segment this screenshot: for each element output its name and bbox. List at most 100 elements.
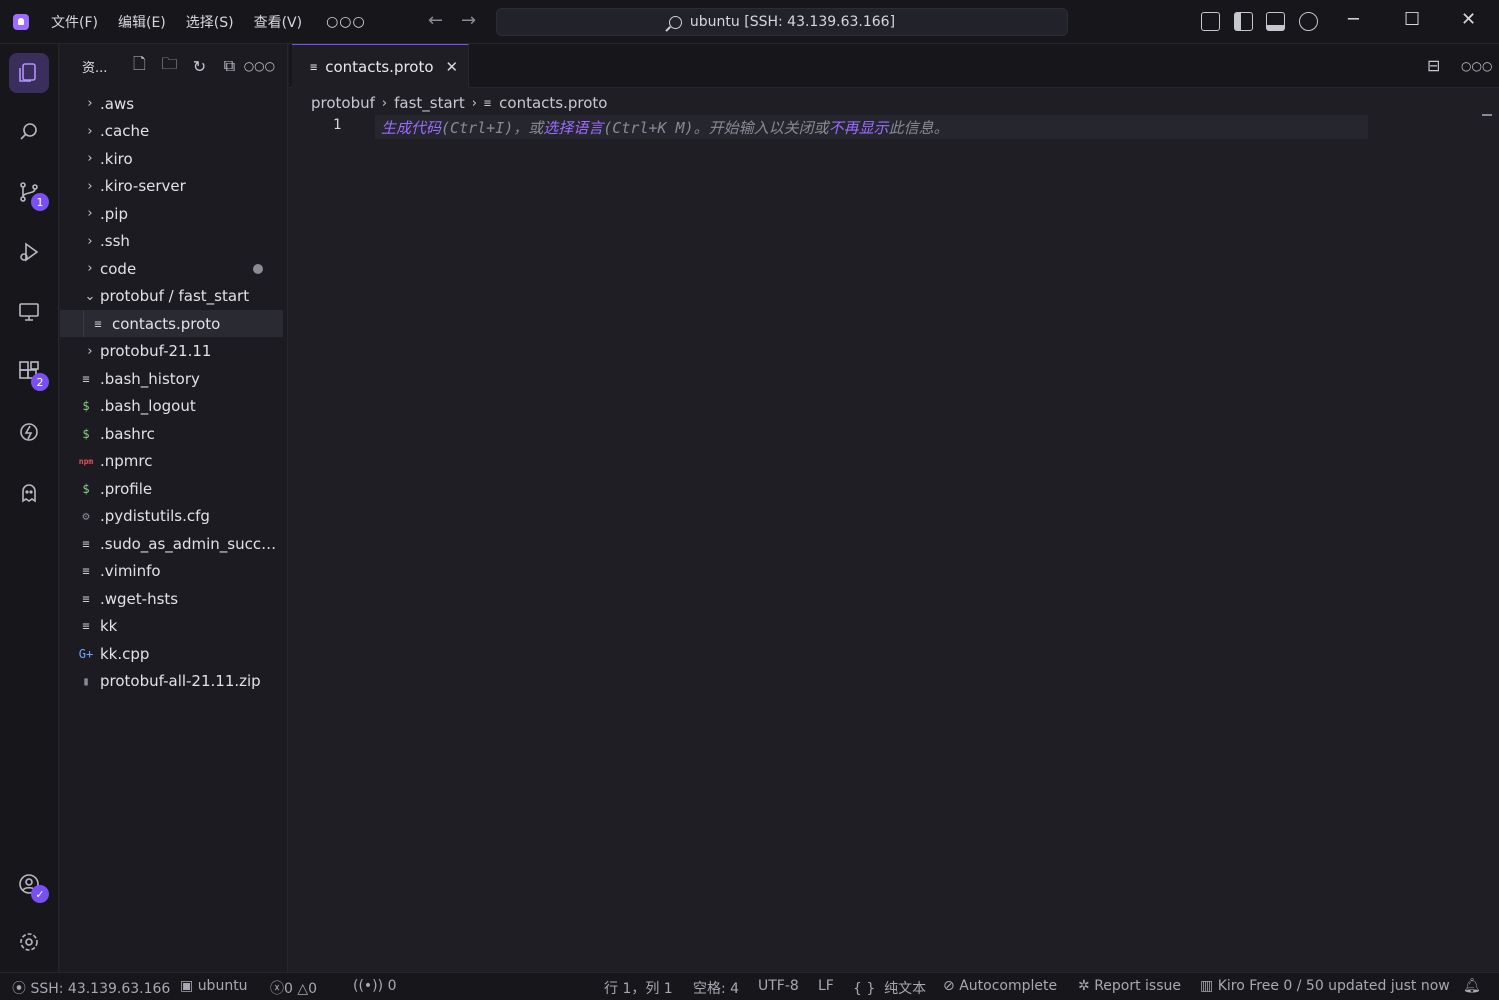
tree-folder[interactable]: › protobuf-21.11 <box>60 338 283 365</box>
tree-item-label: .kiro-server <box>100 177 186 195</box>
language-mode[interactable]: { } 纯文本 <box>853 978 926 998</box>
breadcrumb-item[interactable]: fast_start <box>394 94 465 112</box>
tree-file[interactable]: ≡ .viminfo <box>60 558 283 585</box>
back-arrow-icon[interactable]: ← <box>428 10 443 31</box>
tree-file[interactable]: ≡ .sudo_as_admin_succes... <box>60 530 283 557</box>
ports-count: 0 <box>387 978 397 994</box>
tree-folder[interactable]: › code <box>60 255 283 282</box>
tree-file[interactable]: ▮ protobuf-all-21.11.zip <box>60 668 283 695</box>
lines-icon: ≡ <box>82 536 90 551</box>
maximize-icon[interactable]: ☐ <box>1404 9 1420 30</box>
toggle-primary-sidebar-icon[interactable] <box>1234 12 1253 31</box>
account-icon[interactable]: ✓ <box>9 864 49 904</box>
toggle-panel-icon[interactable] <box>1266 12 1285 31</box>
tree-item-label: contacts.proto <box>112 314 221 333</box>
cpp-icon: G+ <box>78 646 94 661</box>
tree-item-label: .bashrc <box>100 424 155 443</box>
tree-folder[interactable]: › .kiro-server <box>60 173 283 200</box>
tree-file[interactable]: ≡ contacts.proto <box>60 310 283 337</box>
tree-file[interactable]: $ .profile <box>60 475 283 502</box>
generate-code-link[interactable]: 生成代码 <box>381 119 441 137</box>
breadcrumb-item[interactable]: contacts.proto <box>499 94 607 112</box>
refresh-icon[interactable]: ↻ <box>189 56 209 76</box>
tree-folder[interactable]: › .pip <box>60 200 283 227</box>
encoding[interactable]: UTF-8 <box>758 978 799 994</box>
search-view-icon[interactable] <box>9 112 49 152</box>
tree-item-label: kk <box>100 617 118 635</box>
minimize-icon[interactable]: ─ <box>1348 9 1359 30</box>
tree-file[interactable]: ⚙ .pydistutils.cfg <box>60 503 283 530</box>
settings-gear-icon[interactable] <box>9 922 49 962</box>
chevron-down-icon: ⌄ <box>84 288 96 304</box>
menu-more-icon[interactable]: ○○○ <box>326 14 366 30</box>
plan-usage[interactable]: ▥ Kiro Free 0 / 50 updated just now <box>1200 978 1450 994</box>
lines-icon: ≡ <box>82 619 90 633</box>
ghost-icon[interactable] <box>9 473 49 513</box>
problems-indicator[interactable]: ⓧ0 △0 <box>270 978 317 998</box>
tree-file[interactable]: npm .npmrc <box>60 448 283 475</box>
tree-file[interactable]: $ .bash_logout <box>60 393 283 420</box>
remote-indicator[interactable]: ⦿ SSH: 43.139.63.166 <box>12 978 170 998</box>
tree-file[interactable]: ≡ .wget-hsts <box>60 585 283 612</box>
extensions-icon[interactable]: 2 <box>9 352 49 392</box>
notifications-bell-icon[interactable]: 🔔︎ <box>1463 978 1481 994</box>
tree-item-label: .npmrc <box>100 452 153 470</box>
run-debug-icon[interactable] <box>9 232 49 272</box>
source-control-icon[interactable]: 1 <box>9 172 49 212</box>
end-of-line[interactable]: LF <box>818 978 834 994</box>
user-indicator[interactable]: ▣ ubuntu <box>180 978 248 994</box>
tree-folder[interactable]: › .kiro <box>60 145 283 172</box>
menu-edit[interactable]: 编辑(E) <box>118 12 166 32</box>
editor-hint: 生成代码(Ctrl+I)，或选择语言(Ctrl+K M)。开始输入以关闭或不再显… <box>381 117 949 138</box>
remote-explorer-icon[interactable] <box>9 292 49 332</box>
kiro-icon[interactable] <box>9 412 49 452</box>
tab-contacts-proto[interactable]: ≡ contacts.proto ✕ <box>292 44 469 88</box>
forward-arrow-icon[interactable]: → <box>461 10 476 31</box>
select-language-link[interactable]: 选择语言 <box>543 119 603 137</box>
tree-item-label: .viminfo <box>100 562 161 580</box>
cursor-position[interactable]: 行 1，列 1 <box>604 978 673 998</box>
new-file-icon[interactable]: 🗋 <box>129 54 149 76</box>
menu-selection[interactable]: 选择(S) <box>186 12 234 32</box>
lines-icon: ≡ <box>483 96 492 110</box>
editor-more-icon[interactable]: ○○○ <box>1461 59 1492 73</box>
source-control-badge: 1 <box>31 193 49 211</box>
close-window-icon[interactable]: ✕ <box>1461 9 1476 30</box>
split-editor-icon[interactable]: ⊟ <box>1427 56 1440 75</box>
indentation[interactable]: 空格: 4 <box>693 978 739 998</box>
menu-file[interactable]: 文件(F) <box>51 12 98 32</box>
tab-label: contacts.proto <box>325 57 434 76</box>
user-label: ubuntu <box>197 978 248 994</box>
tree-folder[interactable]: › .aws <box>60 90 283 117</box>
dollar-icon: $ <box>82 481 90 496</box>
menu-view[interactable]: 查看(V) <box>254 12 303 32</box>
chat-icon[interactable] <box>1299 12 1318 31</box>
tree-file[interactable]: ≡ .bash_history <box>60 365 283 392</box>
search-label: ubuntu [SSH: 43.139.63.166] <box>689 14 896 30</box>
tree-item-label: .profile <box>100 479 153 498</box>
command-center-search[interactable]: ubuntu [SSH: 43.139.63.166] <box>496 8 1068 36</box>
collapse-all-icon[interactable]: ⧉ <box>219 56 239 76</box>
explorer-icon[interactable] <box>9 53 49 93</box>
ports-indicator[interactable]: ((•)) 0 <box>353 978 396 994</box>
dont-show-again-link[interactable]: 不再显示 <box>829 119 889 137</box>
more-actions-icon[interactable]: ○○○ <box>244 56 275 76</box>
new-folder-icon[interactable]: 🗀 <box>159 54 179 76</box>
tree-item-label: .bash_logout <box>100 397 196 415</box>
tree-file[interactable]: $ .bashrc <box>60 420 283 447</box>
tree-folder[interactable]: › .ssh <box>60 228 283 255</box>
title-bar: 文件(F) 编辑(E) 选择(S) 查看(V) ○○○ ← → ubuntu [… <box>0 0 1499 44</box>
report-label: Report issue <box>1094 978 1182 994</box>
account-check-badge: ✓ <box>31 885 49 903</box>
report-issue[interactable]: ✲ Report issue <box>1078 978 1181 994</box>
tree-item-label: .sudo_as_admin_succes... <box>100 534 280 553</box>
autocomplete-toggle[interactable]: ⊘ Autocomplete <box>943 978 1057 994</box>
close-tab-icon[interactable]: ✕ <box>446 58 459 76</box>
tree-folder[interactable]: ⌄ protobuf / fast_start <box>60 283 283 310</box>
tree-folder[interactable]: › .cache <box>60 118 283 145</box>
tree-file[interactable]: G+ kk.cpp <box>60 640 283 667</box>
scrollbar-marker[interactable] <box>1482 114 1492 116</box>
breadcrumb-item[interactable]: protobuf <box>311 94 375 112</box>
customize-layout-icon[interactable] <box>1201 12 1220 31</box>
tree-file[interactable]: ≡ kk <box>60 613 283 640</box>
